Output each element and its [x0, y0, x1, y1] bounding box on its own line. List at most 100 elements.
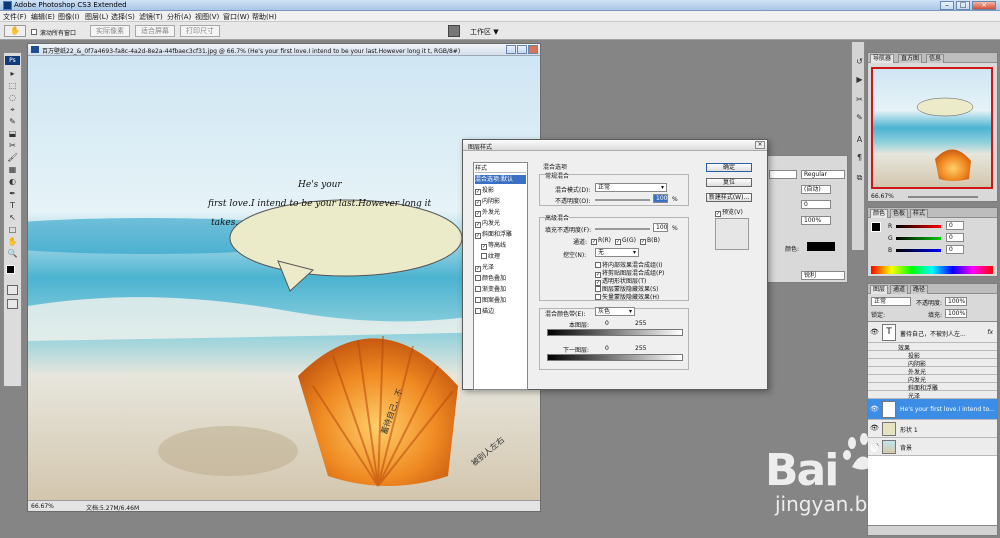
slice-tool-icon[interactable]: ✂: [5, 140, 20, 151]
color-spectrum-bar[interactable]: [871, 266, 993, 274]
style-checkbox[interactable]: ✓: [475, 233, 481, 239]
workspace-menu[interactable]: 工作区 ▼: [470, 27, 499, 37]
layer-effect-row[interactable]: 内阴影: [868, 359, 997, 368]
brushes-icon[interactable]: ✎: [852, 112, 867, 123]
blend-mode-select[interactable]: 正常 ▾: [595, 183, 667, 192]
font-family-select[interactable]: [769, 170, 797, 179]
shape-tool-icon[interactable]: □: [5, 224, 20, 235]
layer-effect-row[interactable]: 斜面和浮雕: [868, 383, 997, 392]
style-item[interactable]: 渐变叠加: [475, 285, 526, 294]
zoom-tool-icon[interactable]: 🔍: [5, 248, 20, 259]
tab-paths[interactable]: 路径: [910, 285, 929, 294]
close-button[interactable]: ×: [972, 1, 996, 10]
menu-file[interactable]: 文件(F): [3, 12, 27, 22]
clone-source-icon[interactable]: ⧉: [852, 172, 867, 183]
dodge-tool-icon[interactable]: ◐: [5, 176, 20, 187]
style-item[interactable]: ✓ 斜面和浮雕: [475, 230, 526, 239]
gradient-tool-icon[interactable]: ▦: [5, 164, 20, 175]
style-item[interactable]: 混合选项:默认: [475, 175, 526, 184]
style-checkbox[interactable]: ✓: [481, 244, 487, 250]
channel-r-checkbox[interactable]: ✓ R(R): [591, 237, 611, 245]
style-checkbox[interactable]: ✓: [475, 189, 481, 195]
crop-tool-icon[interactable]: ⌖: [5, 104, 20, 115]
style-item[interactable]: 纹理: [475, 252, 526, 261]
visibility-eye-icon[interactable]: 👁: [870, 328, 879, 336]
pencil-tool-icon[interactable]: ✎: [5, 116, 20, 127]
channel-b-checkbox[interactable]: ✓ B(B): [640, 237, 660, 245]
tab-color[interactable]: 颜色: [870, 209, 889, 218]
channel-g-checkbox[interactable]: ✓ G(G): [615, 237, 636, 245]
layer-fill-field[interactable]: 100%: [945, 309, 967, 318]
fill-opacity-field[interactable]: 100: [653, 223, 668, 232]
style-checkbox[interactable]: [481, 253, 487, 259]
reset-button[interactable]: 复位: [706, 178, 752, 187]
style-checkbox[interactable]: ✓: [475, 222, 481, 228]
style-item[interactable]: 描边: [475, 307, 526, 316]
style-checkbox[interactable]: ✓: [475, 211, 481, 217]
character-icon[interactable]: A: [852, 134, 867, 145]
under-layer-gradient-bar[interactable]: [547, 354, 683, 361]
paragraph-icon[interactable]: ¶: [852, 152, 867, 163]
layer-opacity-field[interactable]: 100%: [945, 297, 967, 306]
menu-help[interactable]: 帮助(H): [252, 12, 277, 22]
opacity-slider[interactable]: [595, 199, 650, 201]
fx-icon[interactable]: fx: [987, 329, 993, 336]
menu-view[interactable]: 视图(V): [195, 12, 219, 22]
r-field[interactable]: 0: [946, 221, 964, 230]
style-item[interactable]: ✓ 内阴影: [475, 197, 526, 206]
blend-if-select[interactable]: 灰色 ▾: [595, 307, 635, 316]
tab-info[interactable]: 信息: [926, 54, 945, 63]
hand-tool-preset-icon[interactable]: ✋: [4, 25, 26, 37]
g-field[interactable]: 0: [946, 233, 964, 242]
tab-channels[interactable]: 通道: [890, 285, 909, 294]
doc-maximize-button[interactable]: [517, 45, 527, 54]
opacity-field[interactable]: 100: [653, 194, 668, 203]
layer-row[interactable]: 效果: [868, 343, 997, 352]
brush-tool-icon[interactable]: 🖌: [5, 152, 20, 163]
foreground-color-swatch[interactable]: [6, 265, 15, 274]
b-slider[interactable]: [896, 249, 941, 252]
actual-pixels-button[interactable]: 实际像素: [90, 25, 130, 37]
tab-swatches[interactable]: 色板: [890, 209, 909, 218]
scroll-all-checkbox[interactable]: [31, 29, 37, 35]
quick-mask-icon[interactable]: [7, 285, 18, 295]
menu-window[interactable]: 窗口(W): [223, 12, 249, 22]
antialias-select[interactable]: 锐利: [801, 271, 845, 280]
layer-row[interactable]: 👁 T He's your first love.I intend to...: [868, 399, 997, 420]
hand-tool-icon[interactable]: ✋: [5, 236, 20, 247]
this-layer-gradient-bar[interactable]: [547, 329, 683, 336]
doc-minimize-button[interactable]: [506, 45, 516, 54]
menu-analysis[interactable]: 分析(A): [167, 12, 191, 22]
navigator-zoom-slider[interactable]: [908, 196, 978, 198]
text-color-swatch[interactable]: [807, 242, 835, 251]
b-field[interactable]: 0: [946, 245, 964, 254]
tab-navigator[interactable]: 导航器: [870, 54, 895, 63]
fill-opacity-slider[interactable]: [595, 228, 650, 230]
style-item[interactable]: 图案叠加: [475, 296, 526, 305]
type-tool-icon[interactable]: T: [5, 200, 20, 211]
pen-tool-icon[interactable]: ✒: [5, 188, 20, 199]
navigator-zoom[interactable]: 66.67%: [871, 193, 894, 200]
style-item[interactable]: ✓ 投影: [475, 186, 526, 195]
ok-button[interactable]: 确定: [706, 163, 752, 172]
tab-layers[interactable]: 图层: [870, 285, 889, 294]
menu-layer[interactable]: 图层(L): [85, 12, 108, 22]
move-tool-icon[interactable]: ▸: [5, 68, 20, 79]
style-item[interactable]: 颜色叠加: [475, 274, 526, 283]
knockout-select[interactable]: 无 ▾: [595, 248, 639, 257]
leading-select[interactable]: (自动): [801, 185, 831, 194]
tool-presets-icon[interactable]: ✂: [852, 94, 867, 105]
style-item[interactable]: ✓ 内发光: [475, 219, 526, 228]
doc-close-button[interactable]: [528, 45, 538, 54]
screen-mode-icon[interactable]: [7, 299, 18, 309]
r-slider[interactable]: [896, 225, 941, 228]
menu-select[interactable]: 选择(S): [111, 12, 135, 22]
layer-blend-select[interactable]: 正常: [871, 297, 911, 306]
style-item[interactable]: ✓ 光泽: [475, 263, 526, 272]
tab-styles[interactable]: 样式: [910, 209, 929, 218]
layer-row[interactable]: 👁 T 蓄待自己，不被别人左... fx: [868, 322, 997, 343]
print-size-button[interactable]: 打印尺寸: [180, 25, 220, 37]
maximize-button[interactable]: □: [956, 1, 970, 10]
path-select-tool-icon[interactable]: ↖: [5, 212, 20, 223]
new-style-button[interactable]: 新建样式(W)...: [706, 193, 752, 202]
